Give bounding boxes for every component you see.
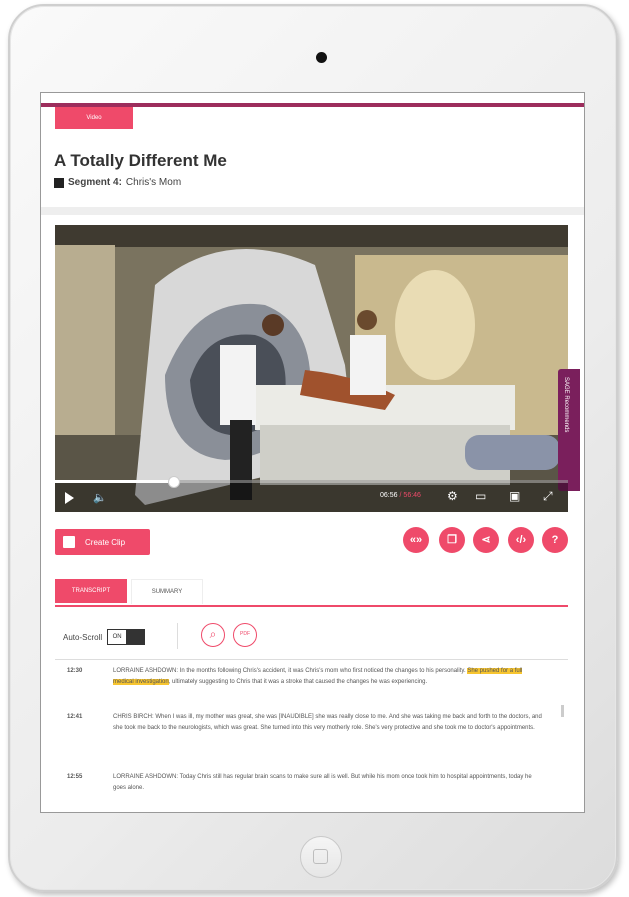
autoscroll-label: Auto-Scroll — [63, 632, 103, 642]
transcript-text: LORRAINE ASHDOWN: In the months followin… — [113, 666, 543, 688]
player-controls: 🔈 06:56/ 56:46 ⚙ ▭ ▣ ⤢ — [55, 476, 568, 512]
transcript-list: 12:30 LORRAINE ASHDOWN: In the months fo… — [55, 659, 568, 810]
search-button[interactable]: ⌕ — [201, 623, 225, 647]
video-player[interactable] — [55, 225, 568, 512]
create-clip-button[interactable]: Create Clip — [55, 529, 150, 555]
captions-icon[interactable]: ▭ — [475, 489, 486, 503]
transcript-entry[interactable]: 12:30 LORRAINE ASHDOWN: In the months fo… — [55, 666, 568, 700]
home-button[interactable] — [300, 836, 342, 878]
autoscroll-control: Auto-Scroll ON — [63, 629, 146, 645]
clip-icon — [63, 536, 75, 548]
recommends-tab[interactable]: SAGE Recommends — [558, 369, 580, 491]
search-icon: ⌕ — [209, 627, 217, 641]
help-button[interactable]: ? — [542, 527, 568, 553]
copy-button[interactable]: ❐ — [439, 527, 465, 553]
section-divider — [41, 207, 584, 215]
time-display: 06:56/ 56:46 — [380, 492, 421, 499]
transcript-scrollbar[interactable] — [561, 705, 564, 717]
code-button[interactable]: ‹/› — [508, 527, 534, 553]
pdf-button[interactable]: PDF — [233, 623, 257, 647]
progress-bar[interactable] — [55, 476, 568, 488]
progress-fill — [55, 480, 173, 483]
toggle-knob — [126, 630, 145, 644]
transcript-timestamp[interactable]: 12:41 — [67, 712, 82, 723]
segment-name: Chris's Mom — [125, 177, 182, 188]
toggle-state: ON — [108, 630, 127, 644]
transcript-text: LORRAINE ASHDOWN: Today Chris still has … — [113, 774, 532, 791]
volume-icon[interactable]: 🔈 — [93, 491, 107, 504]
time-current: 06:56 — [380, 492, 398, 499]
segment-icon — [54, 177, 64, 188]
recommends-tab-label: SAGE Recommends — [563, 377, 569, 433]
autoscroll-toggle[interactable]: ON — [107, 629, 146, 645]
page-title: A Totally Different Me — [54, 151, 227, 170]
tab-transcript[interactable]: TRANSCRIPT — [55, 579, 127, 603]
transcript-text-after: , ultimately suggesting to Chris that it… — [168, 679, 428, 685]
settings-icon[interactable]: ⚙ — [447, 489, 458, 503]
embed-button[interactable]: «» — [403, 527, 429, 553]
fullscreen-icon[interactable]: ⤢ — [543, 489, 553, 504]
screen: Video A Totally Different Me Segment 4: … — [40, 92, 585, 813]
transcript-text: CHRIS BIRCH: When I was ill, my mother w… — [113, 714, 542, 731]
transcript-timestamp[interactable]: 12:30 — [67, 666, 82, 677]
transcript-entry[interactable]: 12:55 LORRAINE ASHDOWN: Today Chris stil… — [55, 772, 568, 798]
transcript-timestamp[interactable]: 12:55 — [67, 772, 82, 783]
tab-summary[interactable]: SUMMARY — [131, 579, 203, 604]
picture-in-picture-icon[interactable]: ▣ — [509, 489, 520, 503]
segment-label: Segment 4: — [68, 177, 122, 188]
content-type-tag: Video — [55, 107, 133, 129]
time-total: / 56:46 — [399, 492, 421, 499]
play-icon[interactable] — [65, 492, 74, 504]
create-clip-label: Create Clip — [85, 537, 126, 547]
share-button[interactable]: ⋖ — [473, 527, 499, 553]
camera-icon — [316, 52, 327, 63]
tab-bar: TRANSCRIPT SUMMARY — [55, 579, 568, 607]
home-square-icon — [313, 849, 328, 864]
progress-handle[interactable] — [167, 476, 180, 488]
transcript-text-before: LORRAINE ASHDOWN: In the months followin… — [113, 668, 468, 674]
toolbar-separator — [177, 623, 178, 649]
transcript-entry[interactable]: 12:41 CHRIS BIRCH: When I was ill, my mo… — [55, 712, 568, 758]
segment-info: Segment 4: Chris's Mom — [54, 177, 181, 188]
video-frame — [55, 225, 568, 512]
